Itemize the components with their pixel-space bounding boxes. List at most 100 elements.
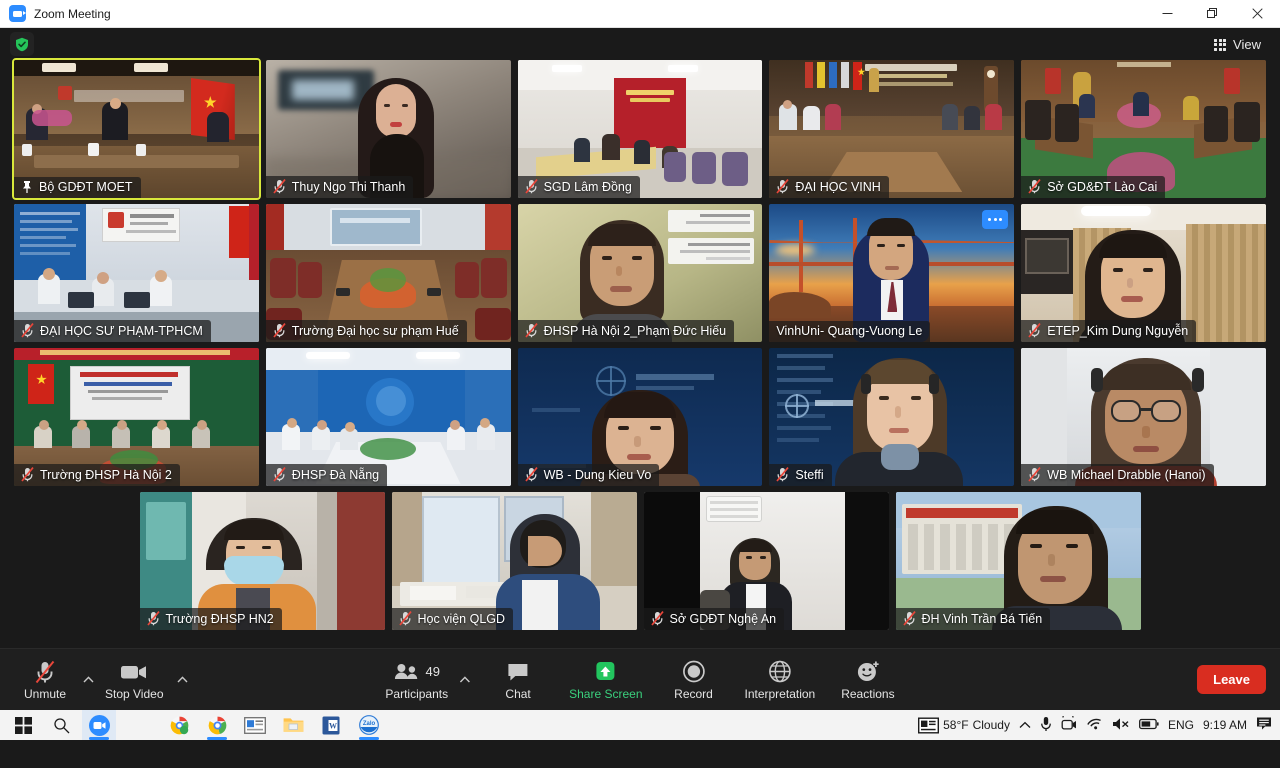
share-screen-button[interactable]: Share Screen — [563, 652, 648, 708]
participant-name: Trường ĐHSP HN2 — [165, 611, 274, 626]
weather-description: Cloudy — [972, 718, 1010, 732]
microphone-muted-icon — [650, 611, 664, 626]
toolbar-left-group: Unmute Stop Video — [0, 652, 191, 708]
speaker-muted-icon[interactable] — [1112, 717, 1130, 734]
participant-tile[interactable]: ETEP_Kim Dung Nguyễn — [1021, 204, 1266, 342]
close-icon[interactable] — [1235, 0, 1280, 28]
word-button[interactable]: W — [314, 710, 348, 740]
participant-tile[interactable]: Trường ĐHSP HN2 — [139, 492, 385, 630]
record-button[interactable]: Record — [663, 652, 725, 708]
shield-check-icon[interactable] — [10, 32, 34, 56]
svg-text:W: W — [329, 721, 337, 730]
wifi-icon[interactable] — [1086, 717, 1103, 734]
chevron-up-icon[interactable] — [1019, 718, 1031, 732]
participant-tile[interactable]: ĐHSP Hà Nội 2_Phạm Đức Hiếu — [517, 204, 763, 342]
audio-options-caret[interactable] — [78, 652, 97, 708]
leave-button[interactable]: Leave — [1197, 665, 1266, 694]
participant-name-bar: Trường ĐHSP Hà Nội 2 — [14, 464, 180, 486]
toolbar-center-group: 49 Participants Chat Share Screen Record… — [379, 652, 900, 708]
weather-widget[interactable]: 58°F Cloudy — [918, 717, 1010, 734]
participant-tile[interactable]: Trường Đại học sư phạm Huế — [265, 204, 511, 342]
window-title-bar: Zoom Meeting — [0, 0, 1280, 28]
minimize-icon[interactable] — [1145, 0, 1190, 28]
participant-name: ĐH Vinh Trần Bá Tiến — [921, 611, 1043, 626]
participant-tile[interactable]: WB - Dung Kieu Vo — [517, 348, 763, 486]
globe-icon — [768, 659, 791, 685]
video-camera-icon — [120, 659, 148, 685]
zoom-taskbar-button[interactable] — [82, 710, 116, 740]
participant-tile[interactable]: ĐẠI HỌC SƯ PHẠM-TPHCM — [14, 204, 259, 342]
participant-name: VinhUni- Quang-Vuong Le — [776, 324, 923, 338]
microphone-muted-icon — [34, 659, 56, 685]
participant-name: Bộ GDĐT MOET — [39, 180, 133, 194]
participants-count: 49 — [425, 664, 440, 679]
leave-button-label: Leave — [1213, 672, 1250, 687]
clock[interactable]: 9:19 AM — [1203, 718, 1247, 732]
participant-tile[interactable]: Sở GDĐT Nghệ An — [643, 492, 889, 630]
reactions-button[interactable]: Reactions — [835, 652, 900, 708]
participant-tile[interactable]: Thuy Ngo Thi Thanh — [265, 60, 511, 198]
participant-name-bar: ETEP_Kim Dung Nguyễn — [1021, 320, 1197, 342]
participant-name: ETEP_Kim Dung Nguyễn — [1047, 323, 1189, 338]
participant-name: Sở GDĐT Nghệ An — [669, 611, 777, 626]
stop-video-button[interactable]: Stop Video — [99, 652, 170, 708]
video-options-caret[interactable] — [172, 652, 191, 708]
news-weather-icon — [918, 717, 940, 734]
participant-tile[interactable]: Bộ GDĐT MOET — [12, 58, 261, 200]
participant-tile[interactable]: Sở GD&ĐT Lào Cai — [1021, 60, 1266, 198]
participant-name-bar: Trường Đại học sư phạm Huế — [265, 320, 467, 342]
gallery-row-2: ĐẠI HỌC SƯ PHẠM-TPHCM Trường Đại học sư … — [14, 204, 1266, 342]
participant-name-bar: ĐHSP Hà Nội 2_Phạm Đức Hiếu — [517, 320, 735, 342]
participant-name: Thuy Ngo Thi Thanh — [291, 179, 406, 194]
participants-options-caret[interactable] — [454, 652, 473, 708]
participant-name: WB Michael Drabble (Hanoi) — [1047, 467, 1206, 482]
participant-name: Học viện QLGD — [417, 611, 506, 626]
file-explorer-button[interactable] — [276, 710, 310, 740]
microphone-icon[interactable] — [1040, 716, 1052, 735]
news-widget-button[interactable] — [238, 710, 272, 740]
chrome-icon — [208, 716, 226, 734]
search-button[interactable] — [44, 710, 78, 740]
participant-tile[interactable]: ĐH Vinh Trần Bá Tiến — [895, 492, 1141, 630]
participant-tile[interactable]: Trường ĐHSP Hà Nội 2 — [14, 348, 259, 486]
restore-icon[interactable] — [1190, 0, 1235, 28]
zalo-icon: Zalo — [359, 715, 379, 735]
folder-icon — [283, 718, 303, 732]
participant-name: WB - Dung Kieu Vo — [543, 467, 652, 482]
microphone-muted-icon — [776, 467, 790, 482]
participant-tile[interactable]: Steffi — [769, 348, 1015, 486]
smiley-plus-icon — [856, 659, 880, 685]
participant-name-bar: Học viện QLGD — [391, 608, 514, 630]
tile-more-options-button[interactable] — [982, 210, 1009, 229]
microphone-muted-icon — [524, 467, 538, 482]
participant-tile[interactable]: SGD Lâm Đồng — [517, 60, 763, 198]
view-button[interactable]: View — [1205, 32, 1270, 57]
chrome-taskbar-button[interactable] — [200, 710, 234, 740]
interpretation-button[interactable]: Interpretation — [739, 652, 822, 708]
microphone-muted-icon — [902, 611, 916, 626]
participant-name: Steffi — [795, 467, 824, 482]
participants-button[interactable]: 49 Participants — [379, 652, 454, 708]
share-arrow-up-icon — [593, 659, 619, 685]
participant-name: ĐẠI HỌC SƯ PHẠM-TPHCM — [40, 323, 203, 338]
participant-name-bar: ĐẠI HỌC VINH — [769, 176, 889, 198]
notification-icon[interactable] — [1256, 716, 1272, 735]
language-indicator[interactable]: ENG — [1168, 718, 1194, 732]
participant-tile[interactable]: VinhUni- Quang-Vuong Le — [769, 204, 1015, 342]
battery-icon[interactable] — [1139, 718, 1159, 733]
meeting-header: View — [0, 28, 1280, 60]
chevron-up-icon — [83, 673, 94, 686]
participant-tile[interactable]: ĐHSP Đà Nẵng — [265, 348, 511, 486]
start-button[interactable] — [6, 710, 40, 740]
taskbar-icons: W Zalo — [0, 710, 386, 740]
system-tray: 58°F Cloudy ENG 9:19 AM — [918, 711, 1280, 735]
participant-tile[interactable]: WB Michael Drabble (Hanoi) — [1021, 348, 1266, 486]
participant-tile[interactable]: Học viện QLGD — [391, 492, 637, 630]
participant-tile[interactable]: ĐẠI HỌC VINH — [769, 60, 1015, 198]
mute-button[interactable]: Unmute — [14, 652, 76, 708]
zalo-button[interactable]: Zalo — [352, 710, 386, 740]
chrome-green-taskbar-button[interactable] — [162, 710, 196, 740]
chat-button[interactable]: Chat — [487, 652, 549, 708]
camera-icon[interactable] — [1061, 711, 1077, 734]
chrome-icon — [170, 716, 188, 734]
